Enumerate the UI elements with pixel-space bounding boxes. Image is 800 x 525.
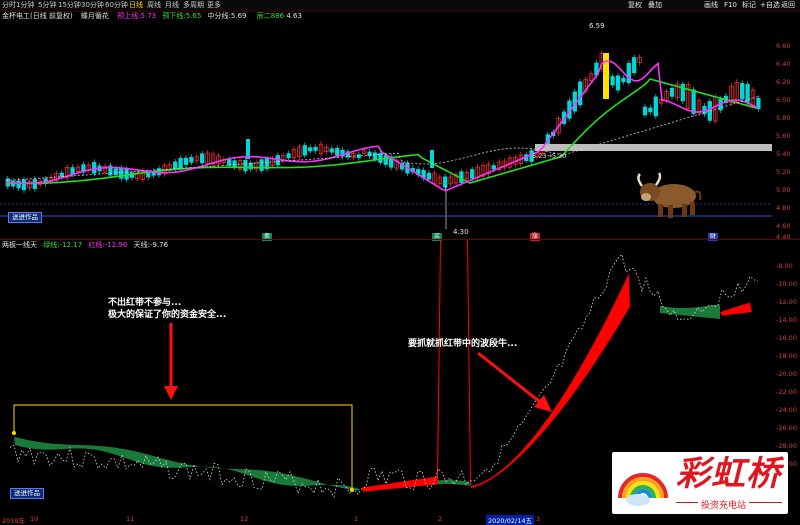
indicator-tick: -14.00: [776, 316, 797, 324]
watermark-logo: 彩虹桥 投资充电站: [612, 452, 788, 514]
tab-5min[interactable]: 5分钟: [38, 0, 56, 11]
tab-15min[interactable]: 15分钟: [58, 0, 81, 11]
tab-30min[interactable]: 30分钟: [81, 0, 104, 11]
price-tick: 5.60: [776, 132, 791, 140]
left-arrow: [164, 323, 178, 400]
price-tick: 5.40: [776, 150, 791, 158]
indicator-tick: -24.00: [776, 406, 797, 414]
right-arrow: [477, 351, 552, 412]
indicator-tick: -8.00: [776, 262, 793, 270]
range-label: 5.23→5.30: [532, 152, 567, 160]
price-tick: 6.20: [776, 78, 791, 86]
price-tick: 5.00: [776, 186, 791, 194]
tab-weekly[interactable]: 周线: [147, 0, 161, 11]
red-band-tail: [720, 302, 752, 316]
price-tick: 5.80: [776, 114, 791, 122]
date-tick: 11: [126, 515, 135, 523]
indicator-tick: -26.00: [776, 424, 797, 432]
indicator-tick: -16.00: [776, 334, 797, 342]
tab-monthly[interactable]: 月线: [165, 0, 179, 11]
add-watchlist-button[interactable]: +自选: [760, 0, 780, 11]
back-button[interactable]: 返回: [781, 0, 795, 11]
tab-more[interactable]: 更多: [207, 0, 221, 11]
indicator-grid: [0, 265, 772, 465]
indicator-tick: -28.00: [776, 442, 797, 450]
date-tick: 12: [240, 515, 249, 523]
f10-button[interactable]: F10: [724, 0, 737, 11]
indicator-tick: -22.00: [776, 388, 797, 396]
annotation-left-line1: 不出红带不参与...: [108, 298, 182, 308]
tab-60min[interactable]: 60分钟: [105, 0, 128, 11]
date-tick: 2: [438, 515, 443, 523]
price-axis: 6.60 6.40 6.20 6.00 5.80 5.60 5.40 5.20 …: [772, 11, 800, 241]
indicator-tick: -18.00: [776, 352, 797, 360]
tab-fenshi[interactable]: 分时: [2, 0, 16, 11]
price-tick: 6.00: [776, 96, 791, 104]
indicator-tick: -20.00: [776, 370, 797, 378]
price-tick: 4.60: [776, 222, 791, 230]
price-tick: 6.40: [776, 60, 791, 68]
tab-multi-period[interactable]: 多周期: [183, 0, 204, 11]
date-axis: 2019年 10 11 12 1 2 2020/02/14五 3: [0, 513, 772, 525]
bull-icon: [637, 172, 702, 218]
indicator-tick: -10.00: [776, 280, 797, 288]
high-price-label: 6.59: [589, 22, 605, 30]
bracket-end-dot: [350, 488, 354, 492]
low-price-label: 4.30: [453, 228, 469, 236]
date-tick: 1: [354, 515, 359, 523]
current-date: 2020/02/14五: [486, 515, 534, 525]
logo-title: 彩虹桥: [676, 454, 781, 494]
annotation-left-line2: 极大的保证了你的资金安全...: [108, 310, 227, 320]
annotation-right-line1: 要抓就抓红带中的波段牛...: [408, 339, 518, 349]
overlay-button[interactable]: 叠加: [648, 0, 662, 11]
bracket-start-dot: [12, 431, 16, 435]
tab-daily[interactable]: 日线: [129, 0, 143, 11]
price-tick: 4.80: [776, 204, 791, 212]
indicator-tick: -12.00: [776, 298, 797, 306]
date-tick: 2019年: [2, 517, 26, 525]
submit-works-badge-bottom[interactable]: 送进作品: [10, 488, 44, 499]
logo-subtitle: 投资充电站: [698, 498, 750, 511]
rainbow-icon: [618, 473, 668, 506]
mark-button[interactable]: 标记: [742, 0, 756, 11]
submit-works-badge-top[interactable]: 送进作品: [8, 212, 42, 223]
draw-button[interactable]: 画线: [704, 0, 718, 11]
fuquan-button[interactable]: 复权: [628, 0, 642, 11]
price-tick: 6.60: [776, 42, 791, 50]
date-tick: 3: [536, 515, 541, 523]
date-tick: 10: [30, 515, 39, 523]
tab-1min[interactable]: 1分钟: [16, 0, 34, 11]
price-tick: 5.20: [776, 168, 791, 176]
